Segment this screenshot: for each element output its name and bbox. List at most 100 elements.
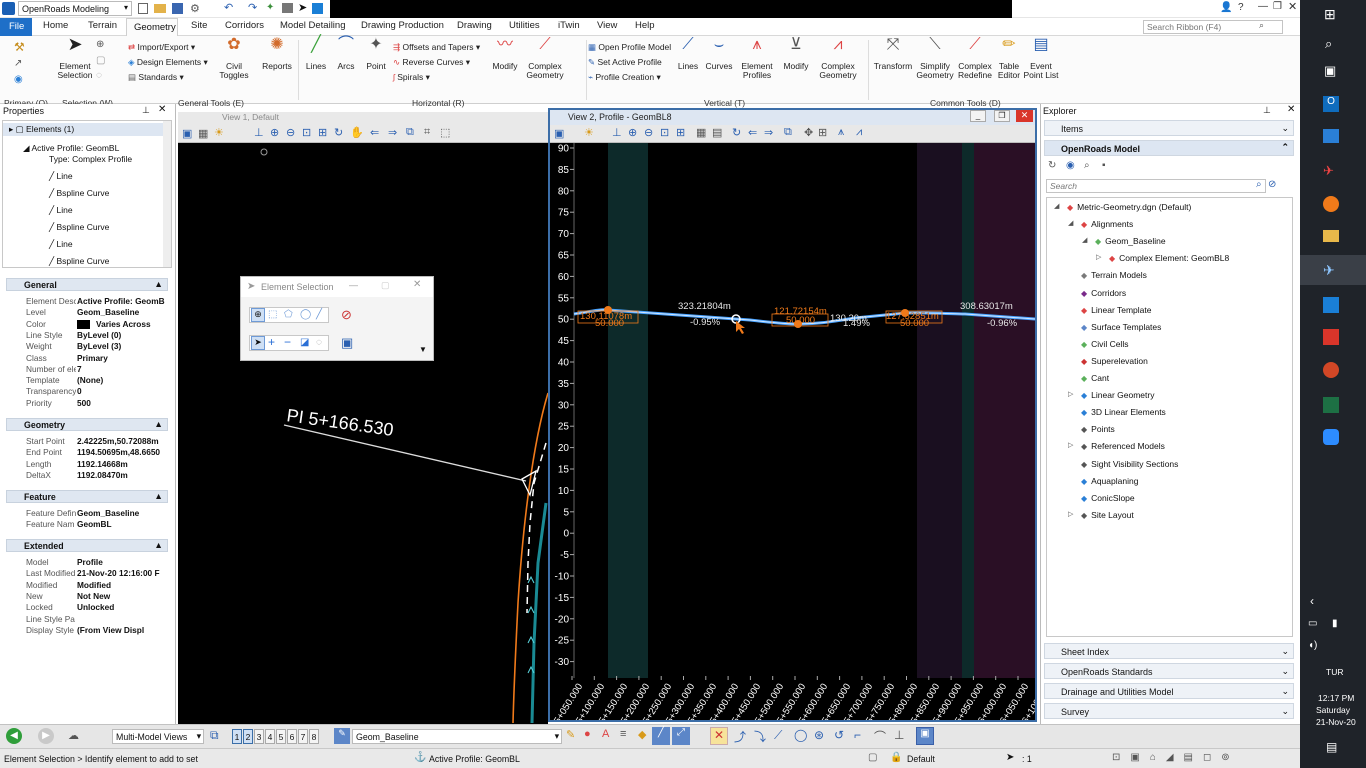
reports-button[interactable]: ✺ Reports — [258, 37, 296, 71]
snap-tangent-icon[interactable]: ↺ — [834, 728, 844, 742]
expand-icon[interactable]: ▷ — [1096, 253, 1101, 261]
back-icon[interactable]: ◀ — [6, 728, 22, 744]
profile-canvas[interactable]: 908580757065605550454035302520151050-5-1… — [550, 143, 1035, 720]
settings-icon[interactable]: ⚙ — [190, 2, 200, 15]
profile-graph-icon[interactable]: ⩘ — [856, 126, 862, 139]
expand-icon[interactable]: ◢ — [1082, 236, 1087, 244]
active-profile-node[interactable]: ◢ Active Profile: GeomBL — [23, 143, 119, 154]
line-style-icon[interactable]: ≡ — [620, 728, 626, 740]
text-style-icon[interactable]: A — [602, 728, 609, 740]
extended-row[interactable]: Model Profile — [8, 557, 168, 568]
snap-perp-icon[interactable]: ⌐ — [854, 728, 861, 742]
view-previous-icon[interactable]: ⇐ — [748, 126, 757, 139]
taskbar-active-item[interactable]: ✈ — [1300, 255, 1366, 285]
items-section-header[interactable]: Items ⌄ — [1044, 120, 1294, 136]
subtract-mode-icon[interactable]: − — [284, 335, 291, 349]
undo-icon[interactable]: ↶ — [224, 1, 233, 14]
tab-geometry[interactable]: Geometry — [126, 18, 178, 37]
tab-terrain[interactable]: Terrain — [88, 20, 117, 31]
acrobat-icon[interactable] — [1323, 329, 1339, 345]
child-bspline-3[interactable]: ╱ Bspline Curve — [49, 256, 109, 267]
explorer-tree-item[interactable]: ◆ Aquaplaning — [1081, 476, 1138, 486]
notifications-icon[interactable]: ▤ — [1326, 740, 1337, 754]
primary-arrow-icon[interactable]: ↗ — [14, 58, 22, 69]
child-line-1[interactable]: ╱ Line — [49, 171, 73, 182]
view-next-icon[interactable]: ⇒ — [764, 126, 773, 139]
restore-icon[interactable]: ❐ — [994, 110, 1010, 122]
civil-toggles-button[interactable]: ✿ Civil Toggles — [214, 37, 254, 80]
view-button[interactable]: 4 — [265, 729, 275, 744]
element-attributes-icon[interactable]: ✎ — [566, 728, 575, 741]
expand-icon[interactable]: ▷ — [1068, 510, 1073, 518]
table-editor-button[interactable]: ✏ Table Editor — [995, 37, 1023, 80]
view-previous-icon[interactable]: ⇐ — [370, 126, 379, 139]
app-logo-icon[interactable] — [2, 2, 15, 15]
workflow-select[interactable]: OpenRoads Modeling ▾ — [18, 1, 132, 16]
multi-model-views-select[interactable]: Multi-Model Views ▾ — [112, 729, 204, 744]
level-select[interactable]: Geom_Baseline ▾ — [352, 729, 562, 744]
tab-home[interactable]: Home — [43, 20, 68, 31]
standard-views-icon[interactable]: ⬚ — [440, 126, 450, 139]
explorer-tree-item[interactable]: ◆ 3D Linear Elements — [1081, 407, 1166, 417]
zoom-out-icon[interactable]: ⊖ — [286, 126, 295, 139]
geometry-row[interactable]: Length 1192.14668m — [8, 459, 168, 470]
view-button[interactable]: 5 — [276, 729, 286, 744]
complex-redefine-button[interactable]: ⟋ Complex Redefine — [955, 37, 995, 80]
child-line-3[interactable]: ╱ Line — [49, 239, 73, 250]
powerpoint-icon[interactable] — [1323, 362, 1339, 378]
rotate-view-icon[interactable]: ↻ — [334, 126, 343, 139]
tab-itwin[interactable]: iTwin — [558, 20, 580, 31]
battery-icon[interactable]: ▮ — [1332, 618, 1338, 629]
snap-nearest-icon[interactable]: ⤵ — [754, 728, 766, 745]
display-style-icon[interactable]: ▦ — [198, 127, 208, 140]
explorer-tree-item[interactable]: ◢ ◆ Geom_Baseline — [1082, 236, 1166, 246]
feature-section-header[interactable]: Feature ▲ — [6, 490, 168, 503]
maximize-icon[interactable]: ▢ — [381, 280, 390, 291]
lighting-icon[interactable]: ☀ — [584, 126, 594, 139]
refresh-icon[interactable]: ↻ — [1048, 160, 1056, 171]
snap-midpoint-icon[interactable]: ⟋ — [774, 728, 782, 743]
child-bspline-1[interactable]: ╱ Bspline Curve — [49, 188, 109, 199]
primary-tools-icon[interactable]: ⚒ — [14, 40, 25, 54]
taskbar-search-icon[interactable]: ⌕ — [1325, 36, 1332, 52]
add-mode-icon[interactable]: + — [268, 335, 275, 349]
import-export-button[interactable]: ⇄ Import/Export ▾ — [128, 42, 195, 53]
spirals-button[interactable]: ʃ Spirals ▾ — [393, 72, 430, 83]
status-lock2-icon[interactable]: 🔒 — [890, 752, 902, 763]
tab-site[interactable]: Site — [191, 20, 207, 31]
table-grid-icon[interactable]: ⊞ — [818, 126, 827, 139]
clear-mode-icon[interactable]: ◌ — [316, 337, 322, 348]
rocket-app-icon[interactable]: ✈ — [1323, 163, 1334, 179]
close-icon[interactable]: ✕ — [1288, 0, 1297, 13]
clock-time[interactable]: 12:17 PM — [1318, 693, 1354, 703]
tab-drawing[interactable]: Drawing — [457, 20, 492, 31]
options-icon[interactable]: ▪ — [1102, 160, 1106, 171]
pin-icon[interactable]: ⊥ — [1263, 105, 1271, 116]
explorer-tree-item[interactable]: ◆ Superelevation — [1081, 356, 1148, 366]
copy-view-icon[interactable]: ⧉ — [784, 126, 792, 139]
explorer-tree-item[interactable]: ◆ Linear Template — [1081, 305, 1151, 315]
reverse-curves-button[interactable]: ∿ Reverse Curves ▾ — [393, 57, 470, 68]
child-bspline-2[interactable]: ╱ Bspline Curve — [49, 222, 109, 233]
geometry-section-header[interactable]: Geometry ▲ — [6, 418, 168, 431]
extended-row[interactable]: New Not New — [8, 591, 168, 602]
modify-button[interactable]: 〰 Modify — [488, 37, 522, 71]
tab-view[interactable]: View — [597, 20, 617, 31]
minimize-icon[interactable]: — — [349, 280, 358, 290]
model-icon[interactable]: ◉ — [1066, 160, 1075, 171]
pan-view-icon[interactable]: ✋ — [350, 126, 364, 139]
transform-button[interactable]: ⤧ Transform — [872, 37, 914, 71]
geometry-row[interactable]: DeltaX 1192.08470m — [8, 470, 168, 481]
explorer-tree-item[interactable]: ◆ Corridors — [1081, 288, 1126, 298]
zoom-out-icon[interactable]: ⊖ — [644, 126, 653, 139]
update-icon[interactable]: ⊥ — [254, 126, 264, 139]
view-button[interactable]: 6 — [287, 729, 297, 744]
drainage-utilities-header[interactable]: Drainage and Utilities Model ⌄ — [1044, 683, 1294, 699]
expand-dialog-icon[interactable]: ▼ — [419, 345, 427, 354]
explorer-tree-item[interactable]: ◆ Points — [1081, 424, 1115, 434]
snap-icon[interactable]: ⤢ — [672, 727, 690, 745]
print-icon[interactable] — [282, 3, 293, 13]
explorer-tree-item[interactable]: ▷ ◆ Complex Element: GeomBL8 — [1096, 253, 1229, 263]
vertical-modify-button[interactable]: ⊻ Modify — [780, 37, 812, 71]
element-profiles-button[interactable]: ⩚ Element Profiles — [738, 37, 776, 80]
